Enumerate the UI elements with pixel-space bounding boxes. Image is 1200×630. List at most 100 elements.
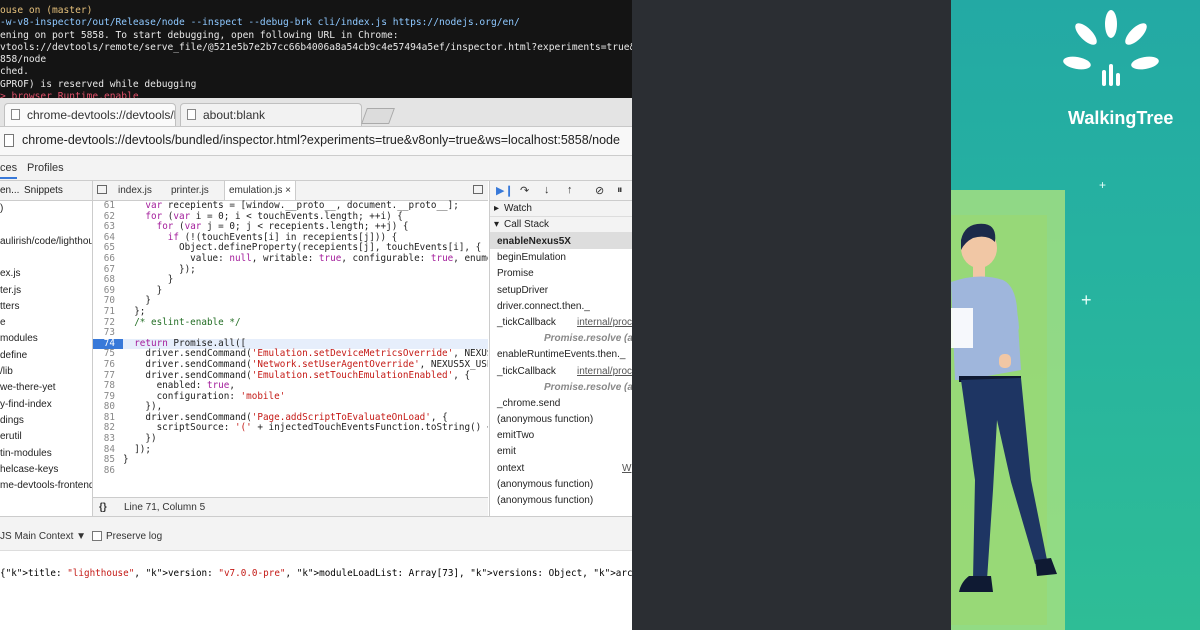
call-frame[interactable]: enableNexus5X <box>490 233 632 250</box>
navigator-item[interactable]: tters <box>0 301 19 312</box>
tab-network[interactable]: en... <box>0 185 19 196</box>
navigator-item[interactable]: we-there-yet <box>0 382 56 393</box>
navigator-item[interactable]: me-devtools-frontend <box>0 480 92 491</box>
line-number[interactable]: 61 <box>93 200 123 212</box>
plus-decoration-icon: + <box>1081 290 1092 310</box>
call-frame[interactable]: Promise <box>490 265 632 281</box>
call-frame[interactable]: emit <box>490 443 632 459</box>
tab-profiles[interactable]: Profiles <box>27 162 64 174</box>
call-frame[interactable]: beginEmulation <box>490 249 632 265</box>
frame-function-name: (anonymous function) <box>497 478 594 490</box>
file-tabs: index.js printer.js emulation.js × <box>93 181 488 201</box>
browser-tab-blank[interactable]: about:blank <box>180 103 362 126</box>
call-frame[interactable]: _chrome.send <box>490 395 632 411</box>
file-tab-printer[interactable]: printer.js <box>171 185 209 196</box>
call-stack-section[interactable]: ▾ Call Stack <box>490 217 632 233</box>
frame-location-link[interactable]: internal/proce <box>577 317 632 328</box>
call-frame[interactable]: (anonymous function) <box>490 476 632 492</box>
navigator-item[interactable]: ex.js <box>0 268 21 279</box>
call-frame[interactable]: _tickCallback internal/proce <box>490 314 632 330</box>
frame-function-name: driver.connect.then._ <box>497 300 590 312</box>
terminal-line: GPROF) is reserved while debugging <box>0 78 197 90</box>
code-text: Object.defineProperty(recepients[j], tou… <box>123 242 482 254</box>
line-number[interactable]: 76 <box>93 359 123 371</box>
console-output: {"k">title: "lighthouse", "k">version: "… <box>0 550 632 630</box>
new-tab-button[interactable] <box>361 108 395 124</box>
debugger-sidebar: ▶❙ ↷ ↓ ↑ ⊘ ⏸ ▸ Watch ▾ Call Stack enable… <box>489 181 632 516</box>
code-text: enabled: true, <box>123 380 235 392</box>
pause-on-exceptions-icon[interactable]: ⏸ <box>617 184 623 197</box>
code-text: ]); <box>123 443 151 455</box>
terminal-line: ouse on (master) <box>0 5 93 16</box>
call-frame[interactable]: emitTwo <box>490 427 632 443</box>
terminal-line: ening on port 5858. To start debugging, … <box>0 29 399 41</box>
pretty-print-button[interactable]: {} <box>99 502 107 513</box>
call-stack-toggle-icon: ▾ <box>494 219 500 230</box>
debugger-toolbar: ▶❙ ↷ ↓ ↑ ⊘ ⏸ <box>490 181 632 201</box>
frame-function-name: Promise.resolve (as <box>544 381 632 393</box>
file-navigator: en... Snippets ) aulirish/code/lighthous e… <box>0 181 93 516</box>
navigator-item[interactable]: dings <box>0 415 24 426</box>
navigator-item[interactable]: tin-modules <box>0 448 52 459</box>
step-into-icon[interactable]: ↓ <box>544 184 550 196</box>
editor-status-bar: {} Line 71, Column 5 <box>93 497 488 516</box>
navigator-item[interactable]: define <box>0 350 27 361</box>
page-icon <box>11 109 20 120</box>
line-number[interactable]: 86 <box>93 465 123 477</box>
frame-location-link[interactable]: W <box>622 463 631 474</box>
call-frame[interactable]: (anonymous function) <box>490 411 632 427</box>
toggle-debugger-icon[interactable] <box>473 185 483 194</box>
call-frame[interactable]: _tickCallback internal/process <box>490 363 632 379</box>
navigator-item[interactable]: ter.js <box>0 285 21 296</box>
frame-function-name: setupDriver <box>497 284 549 296</box>
code-line: 72 /* eslint-enable */ <box>93 317 488 329</box>
code-line: 69 } <box>93 285 488 297</box>
deactivate-breakpoints-icon[interactable]: ⊘ <box>595 184 604 197</box>
call-frame[interactable]: ontext W <box>490 460 632 476</box>
navigator-item[interactable]: y-find-index <box>0 399 52 410</box>
call-frame[interactable]: setupDriver <box>490 282 632 298</box>
line-number[interactable]: 66 <box>93 253 123 265</box>
address-bar[interactable]: chrome-devtools://devtools/bundled/inspe… <box>0 127 632 156</box>
navigator-item[interactable]: e <box>0 317 6 328</box>
navigator-item[interactable]: /lib <box>0 366 13 377</box>
navigator-item[interactable]: ) <box>0 203 3 214</box>
step-out-icon[interactable]: ↑ <box>567 184 573 196</box>
line-number[interactable]: 71 <box>93 306 123 318</box>
browser-tab-devtools[interactable]: chrome-devtools://devtools/bu <box>4 103 176 126</box>
terminal-line: -w-v8-inspector/out/Release/node --inspe… <box>0 17 520 29</box>
code-text: }); <box>123 263 196 275</box>
call-frame[interactable]: enableRuntimeEvents.then._ <box>490 346 632 362</box>
navigator-item[interactable]: helcase-keys <box>0 464 58 475</box>
code-text: scriptSource: '(' + injectedTouchEventsF… <box>123 422 488 434</box>
context-selector[interactable]: JS Main Context ▼ <box>0 531 86 542</box>
code-text: driver.sendCommand('Emulation.setTouchEm… <box>123 369 471 381</box>
watch-section[interactable]: ▸ Watch <box>490 201 632 217</box>
file-tab-index[interactable]: index.js <box>118 185 152 196</box>
code-text: value: null, writable: true, configurabl… <box>123 252 488 264</box>
brand-name: WalkingTree <box>1068 108 1174 128</box>
frame-function-name: (anonymous function) <box>497 495 594 506</box>
code-text: if (!(touchEvents[i] in recepients[j])) … <box>167 231 398 243</box>
navigator-item[interactable]: erutil <box>0 431 22 442</box>
terminal-line: vtools://devtools/remote/serve_file/@521… <box>0 41 632 53</box>
code-text: }; <box>123 305 146 317</box>
call-frame[interactable]: (anonymous function) <box>490 492 632 508</box>
resume-icon[interactable]: ▶❙ <box>496 184 514 197</box>
tab-sources[interactable]: ces <box>0 162 18 179</box>
frame-location-link[interactable]: internal/process <box>577 366 632 377</box>
call-frame[interactable]: driver.connect.then._ <box>490 298 632 314</box>
frame-function-name: _tickCallback <box>497 316 556 328</box>
tab-snippets[interactable]: Snippets <box>24 185 63 196</box>
preserve-log-checkbox[interactable] <box>92 531 102 541</box>
code-text: } <box>123 454 129 466</box>
toggle-navigator-icon[interactable] <box>97 185 107 194</box>
step-over-icon[interactable]: ↷ <box>520 184 529 197</box>
navigator-item[interactable]: aulirish/code/lighthous <box>0 236 92 247</box>
file-tab-emulation[interactable]: emulation.js × <box>224 181 296 200</box>
navigator-item[interactable]: modules <box>0 333 38 344</box>
walkingtree-logo-icon <box>1063 10 1159 86</box>
console-message: {"k">title: "lighthouse", "k">version: "… <box>0 568 632 579</box>
console-toolbar: JS Main Context ▼ Preserve log <box>0 516 632 551</box>
frame-function-name: _chrome.send <box>497 397 561 409</box>
